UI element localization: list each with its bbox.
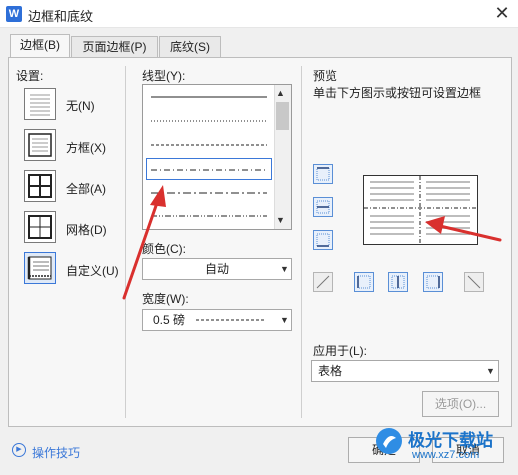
scroll-down-icon[interactable]: ▼ xyxy=(276,215,285,225)
tips-link[interactable]: 操作技巧 xyxy=(32,444,80,461)
chevron-down-icon[interactable]: ▼ xyxy=(486,366,495,376)
preview-hint: 单击下方图示或按钮可设置边框 xyxy=(313,86,482,100)
setting-grid-label[interactable]: 网格(D) xyxy=(66,221,107,238)
tab-borders[interactable]: 边框(B) xyxy=(10,34,70,58)
watermark-url: www.xz7.com xyxy=(412,449,480,461)
border-grid-icon[interactable] xyxy=(24,211,56,243)
apply-to-dropdown[interactable]: 表格 xyxy=(311,360,499,382)
width-label: 宽度(W): xyxy=(142,292,189,306)
diagonal-up-button[interactable] xyxy=(313,272,333,292)
divider-left xyxy=(125,66,126,418)
diagonal-down-button[interactable] xyxy=(464,272,484,292)
border-preview[interactable] xyxy=(363,175,478,245)
right-border-button[interactable] xyxy=(423,272,443,292)
color-label: 颜色(C): xyxy=(142,242,186,256)
border-custom-icon[interactable] xyxy=(24,252,56,284)
setting-box-label[interactable]: 方框(X) xyxy=(66,139,106,156)
watermark-title: 极光下载站 xyxy=(408,431,493,450)
watermark-logo-icon xyxy=(376,428,402,454)
site-watermark: 极光下载站 www.xz7.com xyxy=(372,422,518,475)
preview-label: 预览 xyxy=(313,69,338,83)
wps-writer-icon: W xyxy=(6,6,22,22)
color-dropdown[interactable]: 自动 xyxy=(142,258,292,280)
apply-to-value: 表格 xyxy=(318,364,343,378)
close-icon[interactable]: ✕ xyxy=(490,2,514,26)
border-all-icon[interactable] xyxy=(24,170,56,202)
options-button[interactable]: 选项(O)... xyxy=(422,391,499,417)
top-border-button[interactable] xyxy=(313,164,333,184)
settings-label: 设置: xyxy=(16,69,44,83)
divider-right xyxy=(301,66,302,418)
setting-none-label[interactable]: 无(N) xyxy=(66,97,95,114)
setting-all-label[interactable]: 全部(A) xyxy=(66,180,106,197)
width-value: 0.5 磅 xyxy=(153,313,186,327)
line-style-label: 线型(Y): xyxy=(142,69,186,83)
line-style-list[interactable] xyxy=(142,84,292,230)
left-border-button[interactable] xyxy=(354,272,374,292)
border-none-icon[interactable] xyxy=(24,88,56,120)
bottom-border-button[interactable] xyxy=(313,230,333,250)
scroll-thumb[interactable] xyxy=(276,102,289,130)
chevron-down-icon[interactable]: ▼ xyxy=(280,315,289,325)
chevron-down-icon[interactable]: ▼ xyxy=(280,264,289,274)
tab-shading[interactable]: 底纹(S) xyxy=(159,36,221,58)
inside-vertical-button[interactable] xyxy=(388,272,408,292)
scroll-up-icon[interactable]: ▲ xyxy=(276,88,285,98)
apply-to-label: 应用于(L): xyxy=(313,344,368,358)
setting-custom-label[interactable]: 自定义(U) xyxy=(66,262,119,279)
border-box-icon[interactable] xyxy=(24,129,56,161)
window-title: 边框和底纹 xyxy=(28,9,94,24)
play-icon[interactable]: ▶ xyxy=(12,443,26,457)
line-style-selected[interactable] xyxy=(146,158,272,180)
tab-page-border[interactable]: 页面边框(P) xyxy=(71,36,158,58)
inside-horizontal-button[interactable] xyxy=(313,197,333,217)
color-value: 自动 xyxy=(204,262,229,276)
width-line-sample xyxy=(196,319,266,321)
